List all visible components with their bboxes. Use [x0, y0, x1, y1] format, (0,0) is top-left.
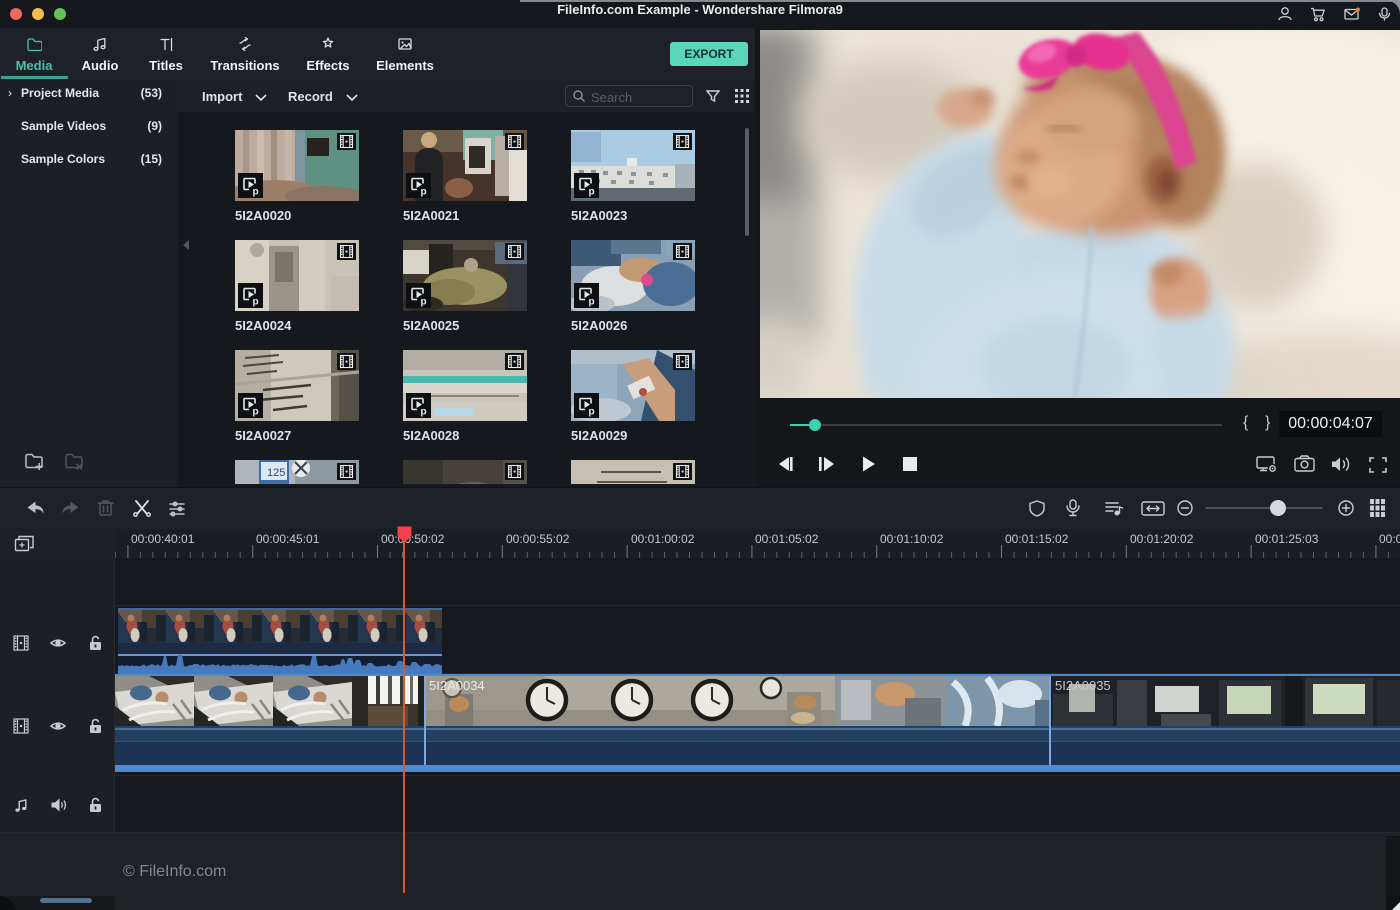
- svg-text:p: p: [589, 297, 595, 308]
- svg-text:5I2A0035: 5I2A0035: [1055, 678, 1111, 693]
- svg-text:p: p: [589, 407, 595, 418]
- svg-text:p: p: [253, 407, 259, 418]
- svg-text:5I2A0034: 5I2A0034: [429, 678, 485, 693]
- svg-text:p: p: [253, 297, 259, 308]
- svg-text:p: p: [589, 187, 595, 198]
- svg-text:p: p: [421, 407, 427, 418]
- svg-text:p: p: [421, 297, 427, 308]
- svg-text:125: 125: [267, 467, 285, 479]
- svg-text:p: p: [253, 187, 259, 198]
- svg-text:p: p: [421, 187, 427, 198]
